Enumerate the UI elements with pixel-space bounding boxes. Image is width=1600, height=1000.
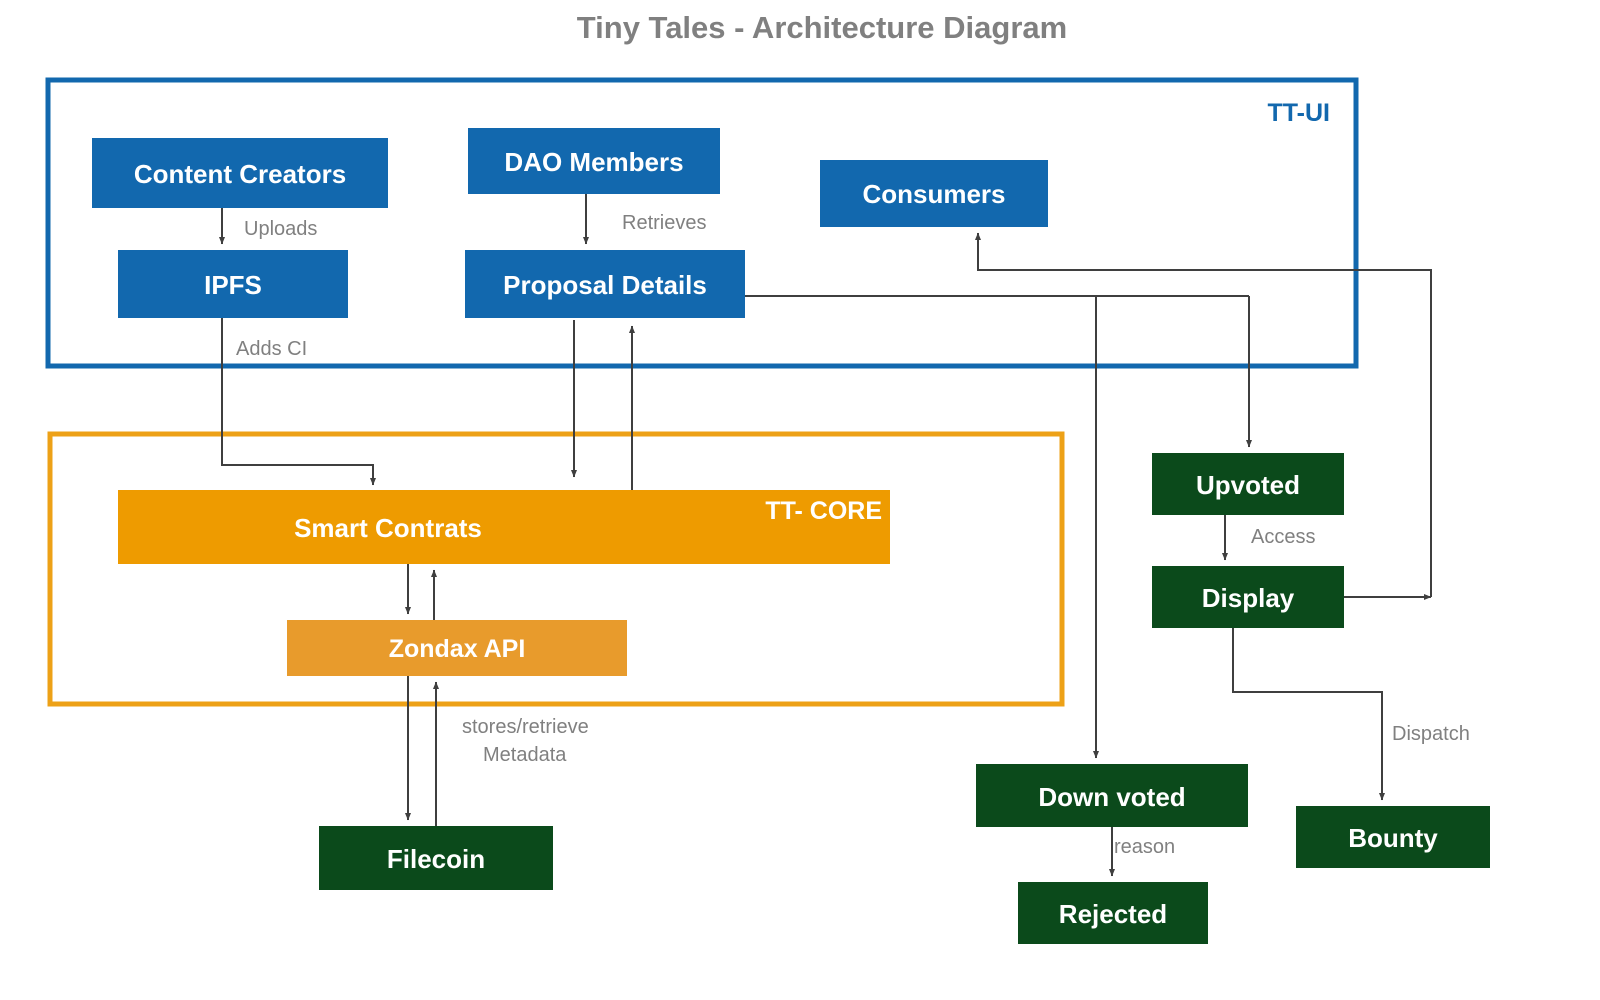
node-dao-members[interactable]: DAO Members bbox=[468, 128, 720, 194]
diagram-canvas: Tiny Tales - Architecture Diagram TT-UI bbox=[45, 10, 1490, 944]
node-down-voted[interactable]: Down voted bbox=[976, 764, 1248, 827]
tt-ui-label: TT-UI bbox=[1268, 99, 1331, 127]
edge-label-reason: reason bbox=[1114, 836, 1175, 858]
display-label: Display bbox=[1202, 583, 1295, 613]
node-upvoted[interactable]: Upvoted bbox=[1152, 453, 1344, 515]
proposal-details-label: Proposal Details bbox=[503, 270, 707, 300]
node-rejected[interactable]: Rejected bbox=[1018, 882, 1208, 944]
node-ipfs[interactable]: IPFS bbox=[118, 250, 348, 318]
connector-display-to-bounty bbox=[1232, 628, 1386, 801]
upvoted-label: Upvoted bbox=[1196, 470, 1300, 500]
node-smart-contrats[interactable]: Smart Contrats TT- CORE bbox=[118, 490, 890, 564]
edge-label-dispatch: Dispatch bbox=[1392, 723, 1470, 745]
content-creators-label: Content Creators bbox=[134, 159, 346, 189]
rejected-label: Rejected bbox=[1059, 899, 1167, 929]
node-bounty[interactable]: Bounty bbox=[1296, 806, 1490, 868]
node-display[interactable]: Display bbox=[1152, 566, 1344, 628]
ipfs-label: IPFS bbox=[204, 270, 262, 300]
node-proposal-details[interactable]: Proposal Details bbox=[465, 250, 745, 318]
down-voted-label: Down voted bbox=[1038, 782, 1185, 812]
smart-contrats-label: Smart Contrats bbox=[294, 513, 482, 543]
edge-label-adds-ci: Adds CI bbox=[236, 338, 307, 360]
filecoin-label: Filecoin bbox=[387, 844, 485, 874]
node-consumers[interactable]: Consumers bbox=[820, 160, 1048, 227]
edge-label-stores-retrieve: stores/retrieve bbox=[462, 716, 589, 738]
node-filecoin[interactable]: Filecoin bbox=[319, 826, 553, 890]
consumers-label: Consumers bbox=[862, 179, 1005, 209]
architecture-diagram: Tiny Tales - Architecture Diagram TT-UI bbox=[0, 0, 1600, 1000]
zondax-api-label: Zondax API bbox=[389, 635, 526, 663]
node-zondax-api[interactable]: Zondax API bbox=[287, 620, 627, 676]
tt-core-label: TT- CORE bbox=[765, 497, 882, 525]
edge-label-metadata: Metadata bbox=[483, 744, 567, 766]
connector-display-to-consumers bbox=[974, 232, 1432, 597]
page-title: Tiny Tales - Architecture Diagram bbox=[577, 10, 1067, 45]
node-content-creators[interactable]: Content Creators bbox=[92, 138, 388, 208]
edge-label-access: Access bbox=[1251, 526, 1315, 548]
edge-label-retrieves: Retrieves bbox=[622, 212, 706, 234]
dao-members-label: DAO Members bbox=[504, 147, 683, 177]
edge-label-uploads: Uploads bbox=[244, 218, 317, 240]
bounty-label: Bounty bbox=[1348, 823, 1438, 853]
